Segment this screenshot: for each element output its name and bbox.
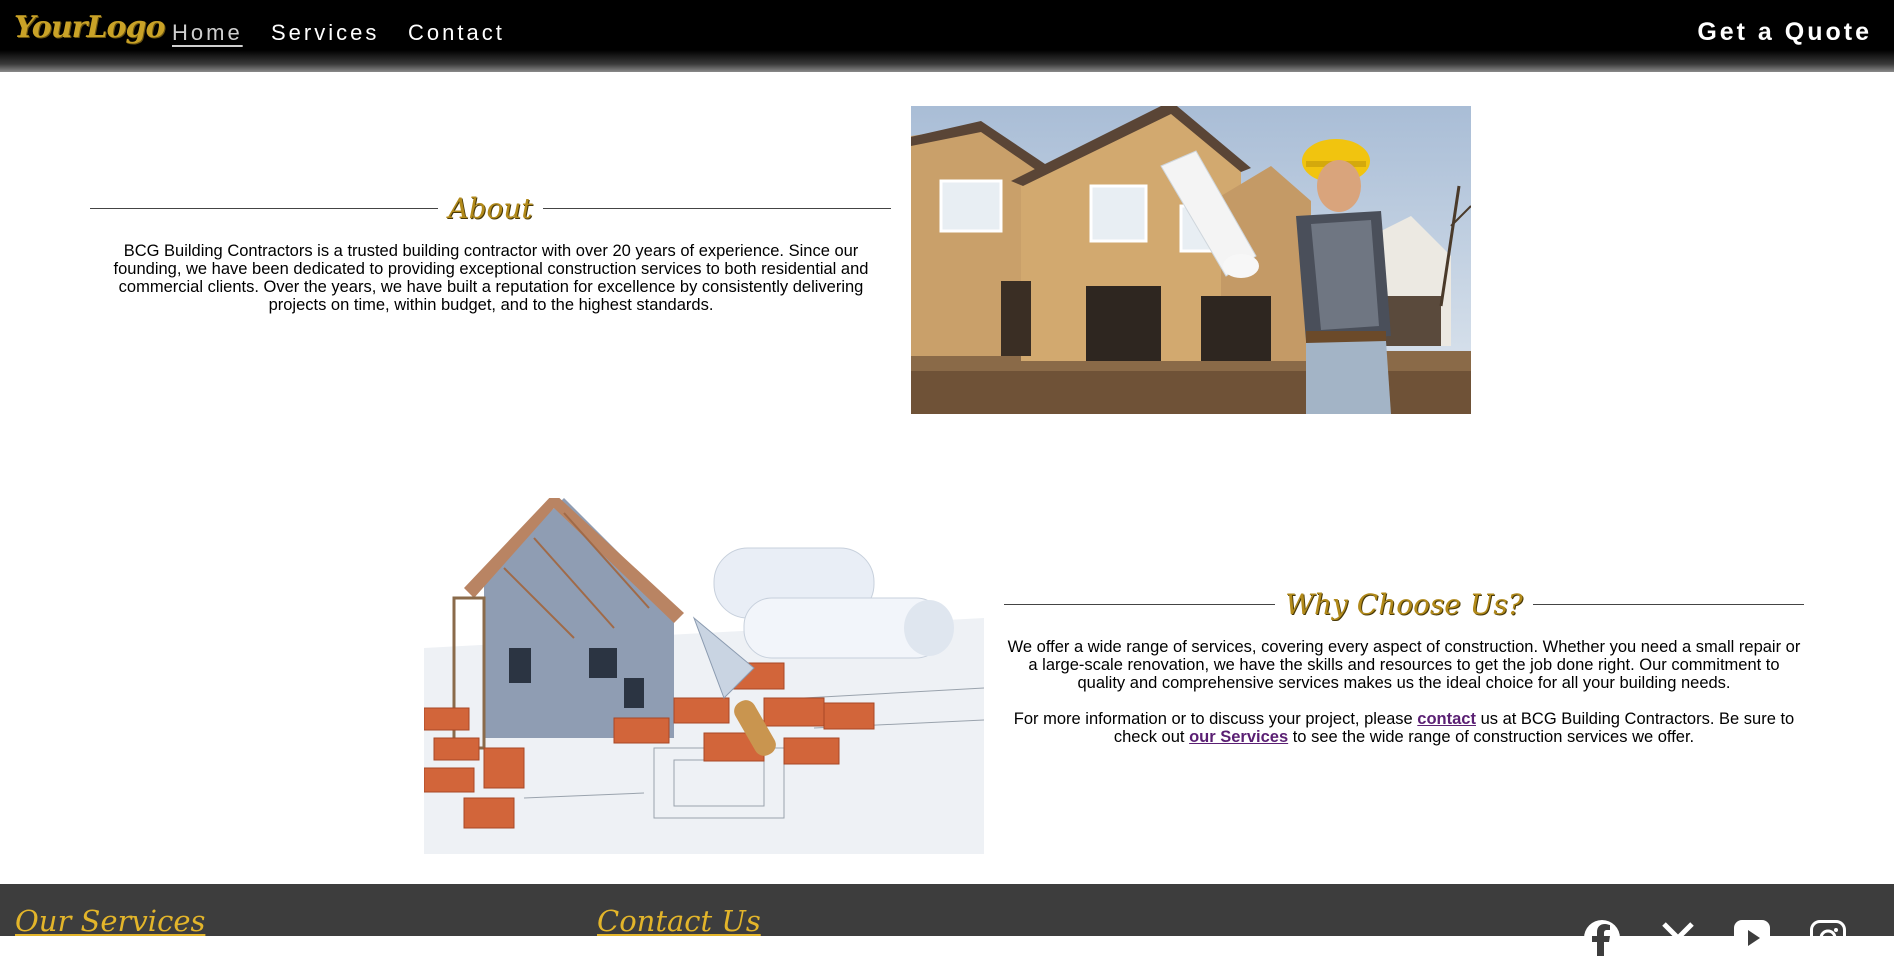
divider-line [542,208,892,209]
facebook-icon[interactable] [1584,920,1620,956]
about-text: BCG Building Contractors is a trusted bu… [113,242,869,314]
text-fragment: For more information or to discuss your … [1013,710,1418,728]
nav-services-link[interactable]: Services [271,20,379,46]
top-navbar: YourLogo Home Services Contact Get a Quo… [0,0,1894,72]
footer-contact-title[interactable]: Contact Us [597,904,761,938]
construction-model-photo [424,498,984,854]
text-fragment: to see the wide range of construction se… [1288,728,1695,746]
youtube-icon[interactable] [1734,920,1770,956]
contact-link[interactable]: contact [1417,710,1476,728]
about-title: About [448,192,533,225]
why-heading: Why Choose Us? [1004,588,1804,621]
about-heading: About [90,192,892,225]
instagram-icon[interactable] [1810,920,1846,956]
contractor-house-photo [911,106,1471,414]
why-contact-text: For more information or to discuss your … [1004,710,1804,746]
divider-line [1532,604,1804,605]
footer-services-title[interactable]: Our Services [15,904,205,938]
x-icon[interactable] [1660,920,1696,956]
why-title: Why Choose Us? [1285,588,1523,621]
services-link[interactable]: our Services [1189,728,1288,746]
get-quote-button[interactable]: Get a Quote [1697,18,1872,47]
divider-line [90,208,439,209]
logo[interactable]: YourLogo [14,10,166,45]
footer: Our Services Contact Us [0,884,1894,956]
why-text: We offer a wide range of services, cover… [1007,638,1801,692]
divider-line [1004,604,1276,605]
nav-contact-link[interactable]: Contact [408,20,505,46]
nav-home-link[interactable]: Home [172,20,243,46]
